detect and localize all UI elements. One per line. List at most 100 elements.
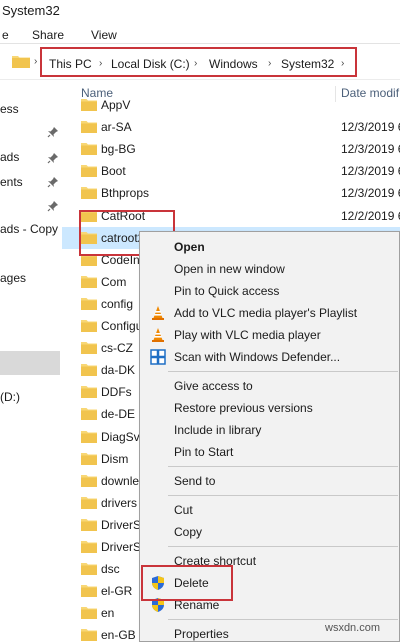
nav-item-documents[interactable]: ents <box>0 175 23 189</box>
table-row[interactable]: ar-SA 12/3/2019 6 <box>62 116 400 138</box>
table-row[interactable]: Bthprops 12/3/2019 6 <box>62 182 400 204</box>
chevron-right-icon[interactable]: › <box>194 58 197 69</box>
table-row[interactable]: bg-BG 12/3/2019 6 <box>62 138 400 160</box>
folder-icon <box>81 430 97 443</box>
file-name: Bthprops <box>101 186 150 201</box>
pin-icon <box>47 126 59 138</box>
file-date: 12/3/2019 6 <box>341 186 400 201</box>
file-name: downle <box>101 473 140 488</box>
file-name: dsc <box>101 562 120 577</box>
pin-icon <box>47 200 59 212</box>
file-name: en <box>101 606 115 621</box>
menu-item-give-access[interactable]: Give access to <box>174 379 253 393</box>
file-name: AppV <box>101 98 131 112</box>
folder-icon <box>81 120 97 134</box>
breadcrumb-separator: › <box>34 56 38 67</box>
folder-icon <box>81 628 97 642</box>
folder-icon <box>81 407 97 421</box>
highlight-box-delete <box>141 565 233 601</box>
file-name: DriverS <box>101 517 142 532</box>
file-name: DDFs <box>101 385 132 400</box>
nav-item-quick-access[interactable]: ess <box>0 102 19 116</box>
watermark: wsxdn.com <box>325 622 381 634</box>
file-name: ar-SA <box>101 120 132 135</box>
folder-icon <box>81 474 97 487</box>
menu-item-restore-versions[interactable]: Restore previous versions <box>174 401 313 415</box>
folder-icon <box>81 98 97 111</box>
nav-item-downloads-copy[interactable]: ads - Copy <box>0 222 58 236</box>
folder-icon <box>81 363 97 377</box>
menu-item-scan-defender[interactable]: Scan with Windows Defender... <box>174 350 340 364</box>
file-name: el-GR <box>101 584 133 599</box>
file-date: 12/3/2019 6 <box>341 142 400 157</box>
crumb-system32[interactable]: System32 <box>281 57 334 71</box>
chevron-right-icon[interactable]: › <box>99 58 102 69</box>
file-name: en-GB <box>101 628 136 642</box>
window-title: System32 <box>2 3 60 18</box>
file-date: 12/3/2019 6 <box>341 120 400 135</box>
nav-item-downloads[interactable]: ads <box>0 150 19 164</box>
folder-icon <box>81 275 97 288</box>
vlc-cone-icon <box>150 305 166 321</box>
folder-icon <box>81 518 97 531</box>
folder-icon <box>81 452 97 465</box>
windows-defender-icon <box>150 349 166 365</box>
folder-icon <box>81 164 97 178</box>
menu-item-properties[interactable]: Properties <box>174 627 229 641</box>
folder-icon <box>81 186 97 200</box>
crumb-local-disk[interactable]: Local Disk (C:) <box>111 57 190 71</box>
tab-file[interactable]: e <box>2 28 9 42</box>
crumb-windows[interactable]: Windows <box>209 57 258 71</box>
menu-item-vlc-play[interactable]: Play with VLC media player <box>174 328 321 342</box>
tab-share[interactable]: Share <box>32 28 64 42</box>
file-name: de-DE <box>101 407 136 422</box>
address-row: › This PC › Local Disk (C:) › Windows › … <box>0 44 400 80</box>
chevron-right-icon[interactable]: › <box>341 58 344 69</box>
table-row[interactable]: Boot 12/3/2019 6 <box>62 160 400 182</box>
folder-icon <box>81 606 97 620</box>
breadcrumb[interactable]: This PC › Local Disk (C:) › Windows › Sy… <box>40 47 357 77</box>
tab-view[interactable]: View <box>91 28 117 42</box>
vlc-cone-icon <box>150 327 166 343</box>
folder-icon <box>81 496 97 509</box>
file-name: config <box>101 296 134 311</box>
crumb-this-pc[interactable]: This PC <box>49 57 92 71</box>
file-name: cs-CZ <box>101 341 133 356</box>
menu-item-open-new-window[interactable]: Open in new window <box>174 262 285 276</box>
chevron-right-icon[interactable]: › <box>268 58 271 69</box>
folder-icon <box>81 562 97 576</box>
nav-item-drive-d[interactable]: (D:) <box>0 390 20 404</box>
menu-item-pin-start[interactable]: Pin to Start <box>174 445 233 459</box>
file-name: Configu <box>101 319 143 333</box>
menu-item-include-library[interactable]: Include in library <box>174 423 261 437</box>
menu-separator <box>168 495 398 496</box>
menu-item-copy[interactable]: Copy <box>174 525 202 539</box>
file-name: Boot <box>101 164 126 179</box>
folder-icon <box>81 540 97 553</box>
menu-separator <box>168 546 398 547</box>
menu-item-open[interactable]: Open <box>174 240 205 254</box>
ribbon-tabs: e Share View <box>0 22 400 44</box>
folder-icon <box>12 54 30 68</box>
menu-separator <box>168 371 398 372</box>
menu-item-send-to[interactable]: Send to <box>174 474 215 488</box>
file-name: drivers <box>101 495 138 510</box>
file-name: da-DK <box>101 363 136 378</box>
nav-item-images[interactable]: ages <box>0 271 26 285</box>
menu-item-cut[interactable]: Cut <box>174 503 193 517</box>
menu-item-vlc-playlist[interactable]: Add to VLC media player's Playlist <box>174 306 357 320</box>
file-name: DriverS <box>101 540 142 554</box>
table-row[interactable]: AppV <box>62 94 400 116</box>
folder-icon <box>81 385 97 399</box>
title-bar: System32 <box>0 0 400 22</box>
folder-icon <box>81 319 97 332</box>
pin-icon <box>47 176 59 188</box>
menu-separator <box>168 619 398 620</box>
nav-item-selected[interactable] <box>0 351 60 375</box>
file-name: Com <box>101 274 127 289</box>
menu-item-pin-quick-access[interactable]: Pin to Quick access <box>174 284 279 298</box>
navigation-pane: ess ads ents ads - Copy ages (D:) <box>0 80 60 642</box>
folder-icon <box>81 341 97 355</box>
folder-icon <box>81 142 97 156</box>
folder-icon <box>81 297 97 310</box>
